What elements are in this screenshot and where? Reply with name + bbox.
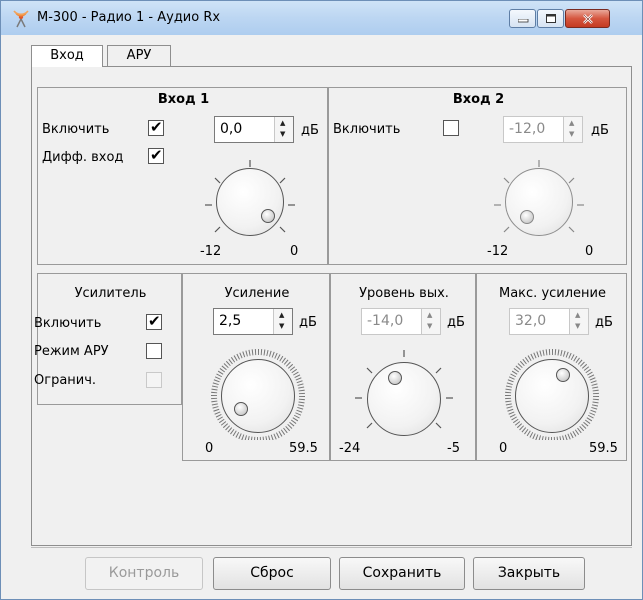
spin-up-icon[interactable]: ▲ xyxy=(575,311,580,319)
output-level-max-label: -5 xyxy=(447,441,460,456)
output-level-group: Уровень вых. -14,0 ▲ ▼ дБ -24 -5 xyxy=(330,273,476,461)
input2-group: Вход 2 Включить -12,0 ▲ ▼ дБ -12 0 xyxy=(328,87,627,265)
close-window-button[interactable] xyxy=(565,9,610,28)
output-level-title: Уровень вых. xyxy=(359,286,449,301)
limit-label: Огранич. xyxy=(34,373,97,388)
gain-unit: дБ xyxy=(299,315,317,330)
input1-knob-pointer xyxy=(261,209,275,223)
input2-min-label: -12 xyxy=(487,244,509,259)
reset-button[interactable]: Сброс xyxy=(213,557,331,590)
max-gain-knob-pointer xyxy=(556,368,570,382)
spin-arrows[interactable]: ▲ ▼ xyxy=(563,117,582,142)
spin-up-icon[interactable]: ▲ xyxy=(427,311,432,319)
max-gain-max-label: 59.5 xyxy=(589,441,618,456)
minimize-button[interactable] xyxy=(509,9,536,28)
maximize-icon xyxy=(546,14,556,23)
spin-up-icon[interactable]: ▲ xyxy=(280,119,285,127)
gain-title: Усиление xyxy=(224,286,290,301)
max-gain-value: 32,0 xyxy=(515,313,547,329)
input2-knob-pointer xyxy=(520,210,534,224)
tab-agc[interactable]: АРУ xyxy=(107,45,171,66)
save-button[interactable]: Сохранить xyxy=(339,557,465,590)
max-gain-title: Макс. усиление xyxy=(499,286,606,301)
agc-mode-label: Режим АРУ xyxy=(34,344,109,359)
max-gain-unit: дБ xyxy=(595,315,613,330)
input1-title: Вход 1 xyxy=(157,92,210,107)
spin-down-icon[interactable]: ▼ xyxy=(575,322,580,330)
spin-up-icon[interactable]: ▲ xyxy=(569,119,574,127)
input1-level-value: 0,0 xyxy=(220,121,243,137)
spin-arrows[interactable]: ▲ ▼ xyxy=(273,309,292,334)
input2-max-label: 0 xyxy=(585,244,594,259)
gain-knob-pointer xyxy=(234,402,248,416)
input1-unit: дБ xyxy=(301,123,319,138)
application-window: M-300 - Радио 1 - Аудио Rx Вход АРУ Вход… xyxy=(0,0,643,600)
limit-checkbox[interactable] xyxy=(146,372,162,388)
input1-group: Вход 1 Включить Дифф. вход 0,0 ▲▼ дБ -12… xyxy=(37,87,328,265)
input1-enable-label: Включить xyxy=(42,122,110,137)
gain-spinbox[interactable]: 2,5 ▲ ▼ xyxy=(213,308,293,335)
radio-antenna-icon xyxy=(13,10,29,28)
gain-value: 2,5 xyxy=(219,313,242,329)
input2-level-spinbox[interactable]: -12,0 ▲ ▼ xyxy=(503,116,583,143)
amplifier-title: Усилитель xyxy=(74,286,147,301)
max-gain-spinbox[interactable]: 32,0 ▲ ▼ xyxy=(509,308,589,335)
window-title: M-300 - Радио 1 - Аудио Rx xyxy=(37,10,221,25)
spin-down-icon[interactable]: ▼ xyxy=(427,322,432,330)
input2-title: Вход 2 xyxy=(452,92,505,107)
spin-up-icon[interactable]: ▲ xyxy=(279,311,284,319)
output-level-knob-pointer xyxy=(388,371,402,385)
gain-min-label: 0 xyxy=(205,441,214,456)
output-level-knob[interactable] xyxy=(367,362,441,436)
spin-down-icon[interactable]: ▼ xyxy=(279,322,284,330)
input2-knob[interactable] xyxy=(505,168,573,236)
spin-arrows[interactable]: ▲ ▼ xyxy=(274,117,293,142)
input2-level-value: -12,0 xyxy=(509,121,546,137)
gain-group: Усиление 2,5 ▲ ▼ дБ 0 59.5 xyxy=(182,273,330,461)
output-level-unit: дБ xyxy=(447,315,465,330)
bottom-separator xyxy=(31,547,632,548)
maximize-button[interactable] xyxy=(537,9,564,28)
tab-input[interactable]: Вход xyxy=(31,45,103,67)
spin-down-icon[interactable]: ▼ xyxy=(569,130,574,138)
close-button[interactable]: Закрыть xyxy=(473,557,585,590)
amplifier-group: Усилитель Включить Режим АРУ Огранич. xyxy=(34,273,182,405)
max-gain-min-label: 0 xyxy=(499,441,508,456)
input1-diff-checkbox[interactable] xyxy=(148,146,164,164)
max-gain-knob[interactable] xyxy=(515,359,589,433)
output-level-min-label: -24 xyxy=(339,441,361,456)
minimize-icon xyxy=(518,19,529,23)
max-gain-group: Макс. усиление 32,0 ▲ ▼ дБ 0 59.5 xyxy=(476,273,627,461)
input1-knob[interactable] xyxy=(216,168,284,236)
agc-mode-checkbox[interactable] xyxy=(146,343,162,359)
gain-max-label: 59.5 xyxy=(289,441,318,456)
output-level-spinbox[interactable]: -14,0 ▲ ▼ xyxy=(361,308,441,335)
input1-level-spinbox[interactable]: 0,0 ▲ ▼ xyxy=(214,116,294,143)
amplifier-enable-checkbox[interactable] xyxy=(146,312,162,330)
output-level-value: -14,0 xyxy=(367,313,404,329)
control-button[interactable]: Контроль xyxy=(85,557,203,590)
input2-enable-checkbox[interactable] xyxy=(443,120,459,136)
spin-arrows[interactable]: ▲ ▼ xyxy=(569,309,588,334)
input2-unit: дБ xyxy=(591,123,609,138)
spin-arrows[interactable]: ▲ ▼ xyxy=(421,309,440,334)
input1-max-label: 0 xyxy=(290,244,299,259)
input2-enable-label: Включить xyxy=(333,122,401,137)
spin-down-icon[interactable]: ▼ xyxy=(280,130,285,138)
input1-min-label: -12 xyxy=(200,244,222,259)
input1-diff-label: Дифф. вход xyxy=(42,150,124,165)
amplifier-enable-label: Включить xyxy=(34,316,102,331)
close-icon xyxy=(583,14,593,24)
gain-knob[interactable] xyxy=(221,359,295,433)
title-bar[interactable]: M-300 - Радио 1 - Аудио Rx xyxy=(1,1,642,35)
input1-enable-checkbox[interactable] xyxy=(148,118,164,136)
